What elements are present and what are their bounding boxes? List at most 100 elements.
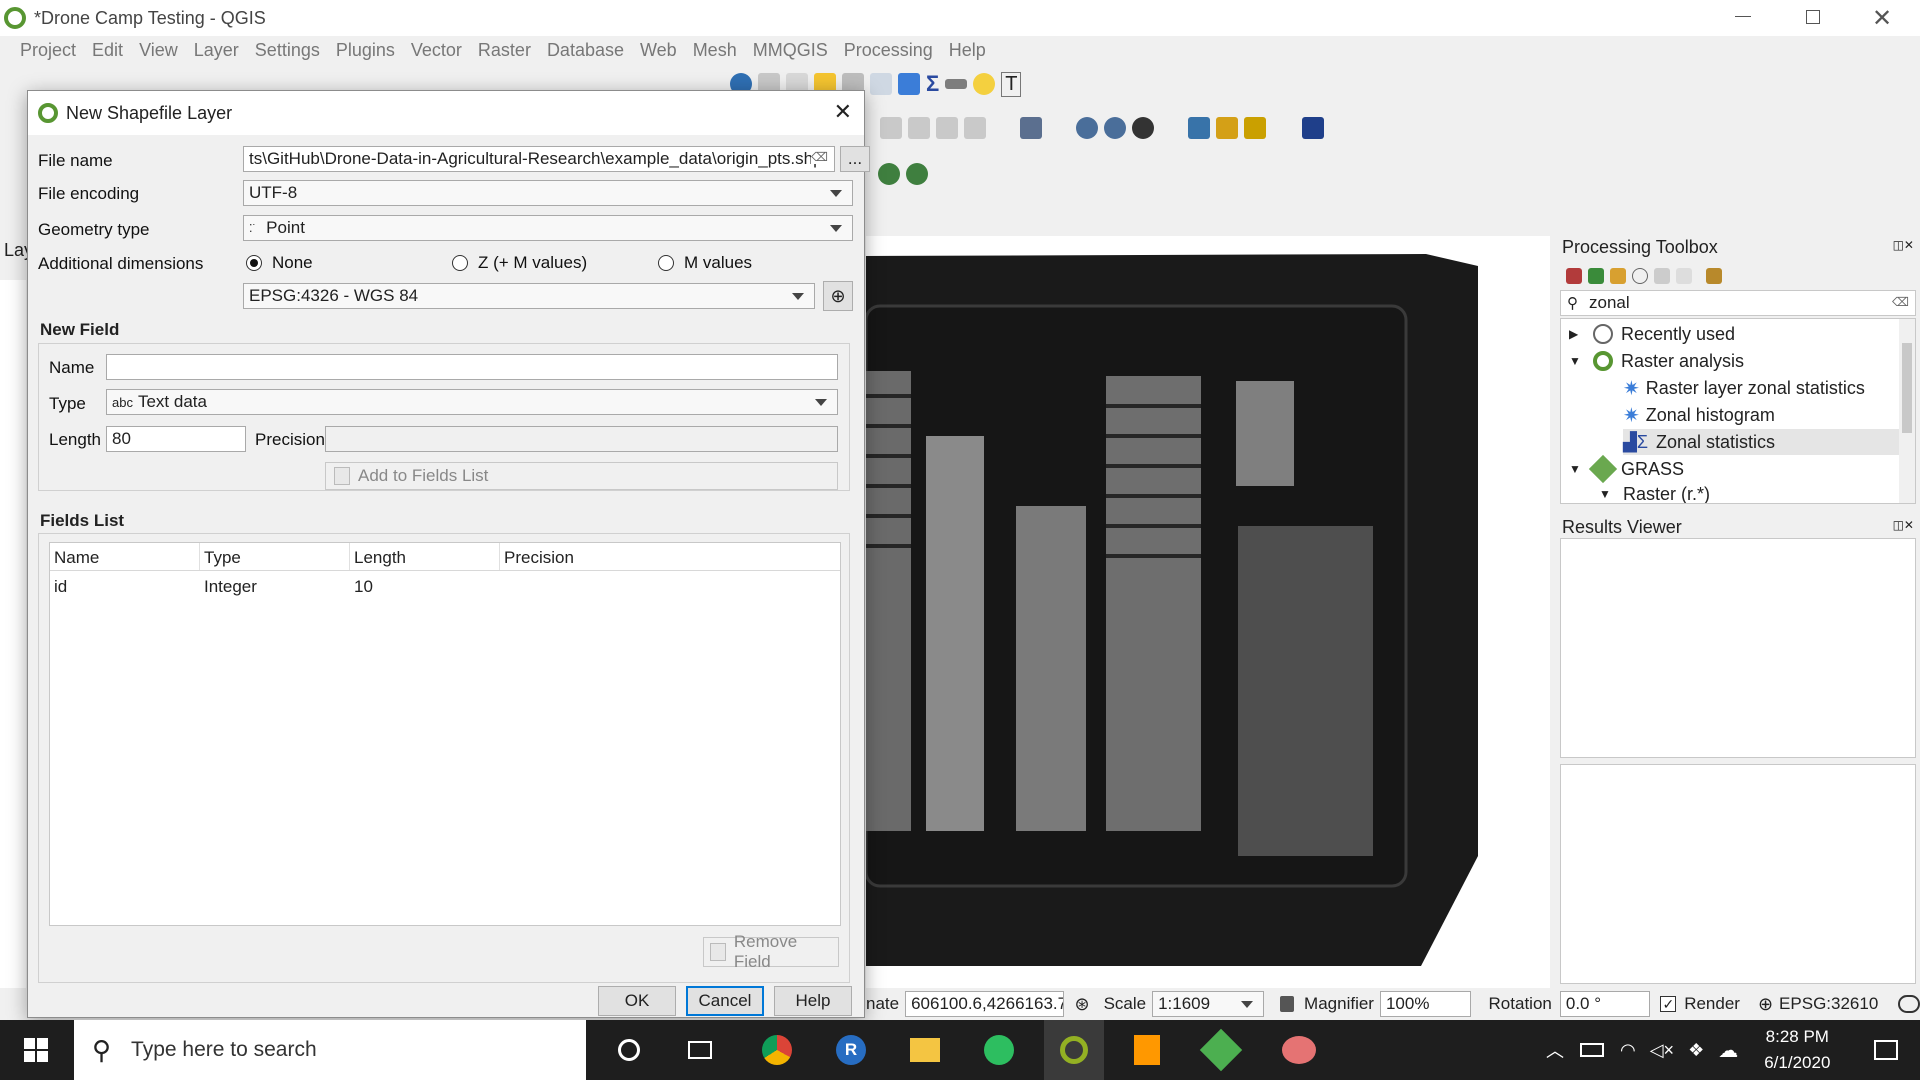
- menu-database[interactable]: Database: [539, 40, 632, 61]
- collapse-arrow-icon[interactable]: ▼: [1599, 487, 1623, 501]
- qgis-taskbar-icon[interactable]: [1044, 1020, 1104, 1080]
- tree-item-raster-analysis[interactable]: ▼ Raster analysis: [1569, 348, 1899, 374]
- magnifier-field[interactable]: 100%: [1379, 991, 1471, 1017]
- volume-icon[interactable]: ◁×: [1650, 1040, 1674, 1061]
- radio-none[interactable]: [246, 255, 262, 271]
- menu-plugins[interactable]: Plugins: [328, 40, 403, 61]
- crs-select-button[interactable]: ⊕: [823, 281, 853, 311]
- menu-view[interactable]: View: [131, 40, 186, 61]
- clear-field-icon[interactable]: ⌫: [811, 150, 828, 164]
- wifi-icon[interactable]: ◠: [1620, 1040, 1636, 1061]
- edit-tool-icon-2[interactable]: [908, 117, 930, 139]
- table-row[interactable]: id Integer 10: [50, 575, 840, 601]
- tree-scrollbar[interactable]: [1899, 319, 1915, 503]
- crs-combo[interactable]: EPSG:4326 - WGS 84: [243, 283, 815, 309]
- tree-item-raster-r[interactable]: ▼ Raster (r.*): [1599, 481, 1899, 504]
- ok-button[interactable]: OK: [598, 986, 676, 1016]
- radio-z[interactable]: [452, 255, 468, 271]
- column-header-length[interactable]: Length: [350, 543, 500, 570]
- edit-tool-icon-3[interactable]: [936, 117, 958, 139]
- python-icon[interactable]: [1610, 268, 1626, 284]
- menu-web[interactable]: Web: [632, 40, 685, 61]
- help-button[interactable]: Help: [774, 986, 852, 1016]
- edit-tool-icon[interactable]: [880, 117, 902, 139]
- windows-start-icon[interactable]: [24, 1038, 48, 1062]
- globe-icon[interactable]: ⊕: [1758, 994, 1773, 1015]
- menu-mmqgis[interactable]: MMQGIS: [745, 40, 836, 61]
- remove-field-button[interactable]: Remove Field: [703, 932, 839, 971]
- encoding-combo[interactable]: UTF-8: [243, 180, 853, 206]
- scripts-icon[interactable]: [1588, 268, 1604, 284]
- menu-vector[interactable]: Vector: [403, 40, 470, 61]
- text-annotation-icon[interactable]: T: [1001, 71, 1022, 97]
- menu-project[interactable]: Project: [12, 40, 84, 61]
- metasearch-icon-2[interactable]: [1104, 117, 1126, 139]
- help-icon[interactable]: [1302, 117, 1324, 139]
- tree-item-zonal-statistics[interactable]: ▟Σ Zonal statistics: [1623, 429, 1913, 455]
- column-header-precision[interactable]: Precision: [500, 543, 840, 570]
- cortana-icon[interactable]: [618, 1039, 640, 1061]
- extents-toggle-icon[interactable]: ⊛: [1074, 994, 1089, 1015]
- pencil-icon[interactable]: [1216, 117, 1238, 139]
- field-precision-input[interactable]: [325, 426, 838, 452]
- tree-item-grass[interactable]: ▼ GRASS: [1569, 454, 1899, 484]
- processing-search-input[interactable]: ⚲ zonal ⌫: [1560, 290, 1916, 316]
- edit-tool-icon-4[interactable]: [964, 117, 986, 139]
- browse-button[interactable]: ...: [840, 146, 870, 172]
- app-icon[interactable]: [1199, 1028, 1243, 1072]
- menu-raster[interactable]: Raster: [470, 40, 539, 61]
- field-name-input[interactable]: [106, 354, 838, 380]
- panel-float-icon[interactable]: ◫✕: [1893, 238, 1914, 252]
- python-icon[interactable]: [1188, 117, 1210, 139]
- add-layer-icon[interactable]: [878, 163, 900, 185]
- r-icon[interactable]: R: [836, 1035, 866, 1065]
- grid-icon[interactable]: [870, 73, 892, 95]
- clock[interactable]: 8:28 PM 6/1/2020: [1764, 1024, 1830, 1076]
- cancel-button[interactable]: Cancel: [686, 986, 764, 1016]
- menu-help[interactable]: Help: [941, 40, 994, 61]
- add-layer-icon-2[interactable]: [906, 163, 928, 185]
- tree-item-recently-used[interactable]: ▶ Recently used: [1569, 321, 1899, 347]
- tree-item-raster-zonal-stats[interactable]: ✷ Raster layer zonal statistics: [1623, 375, 1913, 401]
- sum-icon[interactable]: Σ: [926, 71, 939, 97]
- menu-mesh[interactable]: Mesh: [685, 40, 745, 61]
- task-view-icon[interactable]: [688, 1041, 712, 1059]
- rotation-field[interactable]: 0.0 °: [1559, 991, 1651, 1017]
- menu-edit[interactable]: Edit: [84, 40, 131, 61]
- options-icon[interactable]: [1706, 268, 1722, 284]
- metasearch-icon[interactable]: [1076, 117, 1098, 139]
- models-icon[interactable]: [1566, 268, 1582, 284]
- map-tips-icon[interactable]: [973, 73, 996, 95]
- file-name-input[interactable]: ts\GitHub\Drone-Data-in-Agricultural-Res…: [243, 146, 835, 172]
- panel-float-icon[interactable]: ◫✕: [1893, 518, 1914, 532]
- menu-layer[interactable]: Layer: [186, 40, 247, 61]
- dims-none-radio[interactable]: None: [246, 253, 313, 273]
- onedrive-icon[interactable]: ☁: [1718, 1038, 1738, 1063]
- column-header-type[interactable]: Type: [200, 543, 350, 570]
- dims-z-radio[interactable]: Z (+ M values): [452, 253, 587, 273]
- lock-icon[interactable]: [1280, 996, 1295, 1012]
- battery-icon[interactable]: [1580, 1043, 1604, 1057]
- dims-m-radio[interactable]: M values: [658, 253, 752, 273]
- coordinate-field[interactable]: 606100.6,4266163.7: [905, 991, 1065, 1017]
- collapse-arrow-icon[interactable]: ▼: [1569, 354, 1593, 368]
- history-icon[interactable]: [1632, 268, 1648, 284]
- results-icon[interactable]: [1654, 268, 1670, 284]
- measure-icon[interactable]: [945, 79, 968, 89]
- clear-search-icon[interactable]: ⌫: [1892, 295, 1909, 309]
- plugin-icon[interactable]: [1244, 117, 1266, 139]
- dropbox-icon[interactable]: ❖: [1688, 1040, 1704, 1061]
- tree-item-zonal-histogram[interactable]: ✷ Zonal histogram: [1623, 402, 1913, 428]
- crs-button[interactable]: EPSG:32610: [1779, 994, 1878, 1014]
- restore-button[interactable]: [1806, 10, 1820, 24]
- column-header-name[interactable]: Name: [50, 543, 200, 570]
- menu-settings[interactable]: Settings: [247, 40, 328, 61]
- dialog-close-button[interactable]: ✕: [834, 99, 852, 125]
- radio-m[interactable]: [658, 255, 674, 271]
- minimize-button[interactable]: [1735, 16, 1751, 17]
- render-checkbox[interactable]: ✓: [1660, 996, 1677, 1012]
- file-explorer-icon[interactable]: [910, 1038, 940, 1062]
- metasearch-icon-3[interactable]: [1132, 117, 1154, 139]
- add-to-fields-button[interactable]: Add to Fields List: [325, 462, 838, 490]
- geometry-combo[interactable]: ⁚˙ Point: [243, 215, 853, 241]
